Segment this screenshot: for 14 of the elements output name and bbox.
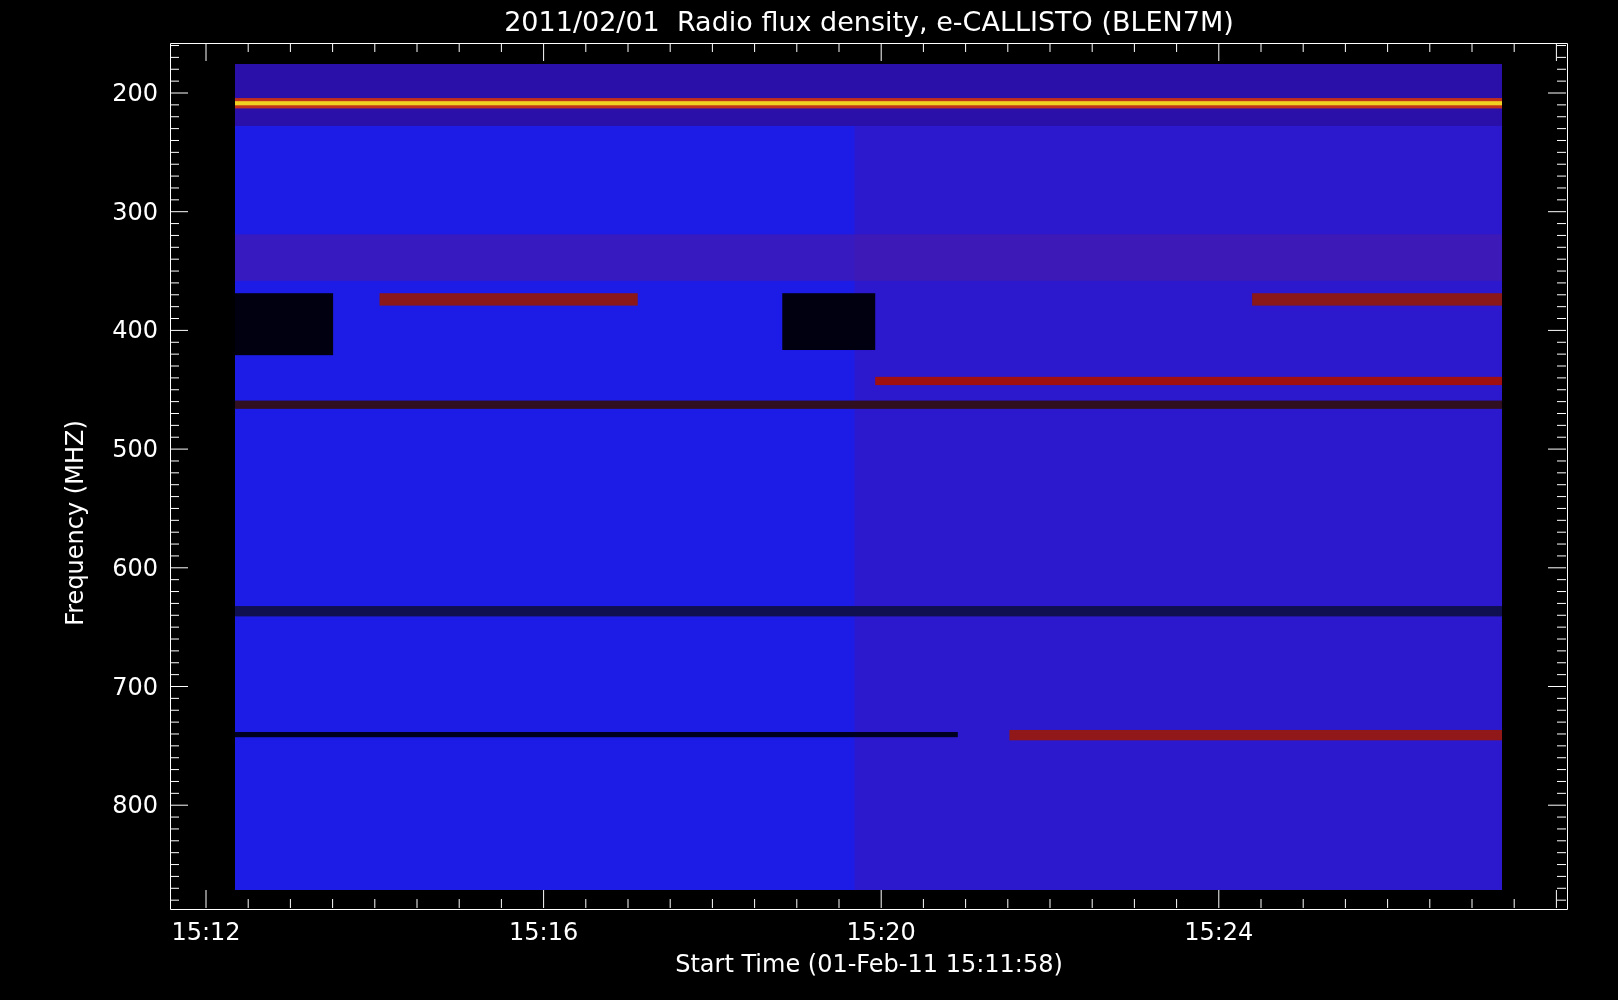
tick-label: 700 xyxy=(112,671,158,702)
tick-label: 800 xyxy=(112,790,158,821)
tick-label: 15:20 xyxy=(846,918,916,946)
tick-label: 400 xyxy=(112,315,158,346)
tick-label: 300 xyxy=(112,196,158,227)
tick-label: 15:12 xyxy=(171,918,241,946)
tick-label: 15:24 xyxy=(1184,918,1254,946)
axis-label: Frequency (MHZ) xyxy=(61,420,89,626)
plot-title: 2011/02/01 Radio flux density, e-CALLISTO (BLEN7M) xyxy=(504,6,1234,37)
tick-label: 200 xyxy=(112,78,158,108)
axis-label: Start Time (01-Feb-11 15:11:58) xyxy=(675,950,1063,978)
tick-label: 15:16 xyxy=(509,918,579,946)
tick-label: 500 xyxy=(112,434,158,465)
tick-label: 600 xyxy=(112,552,158,583)
